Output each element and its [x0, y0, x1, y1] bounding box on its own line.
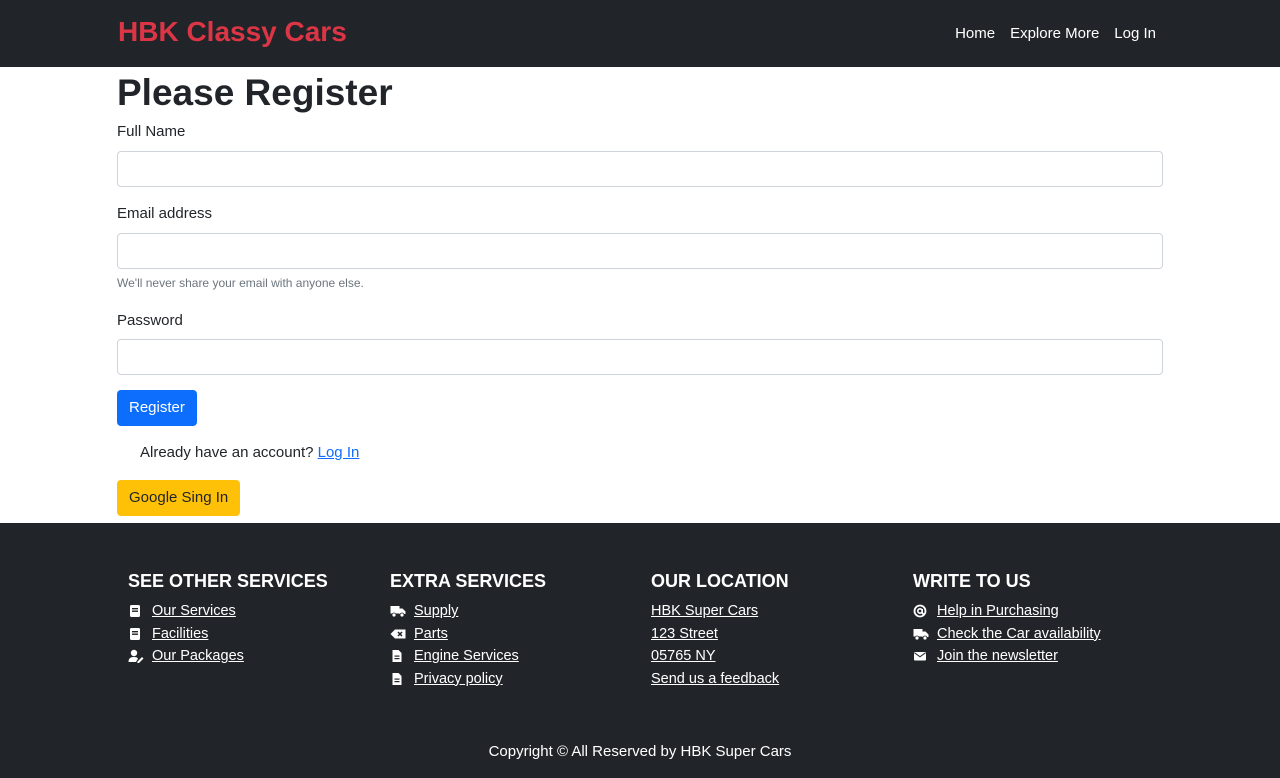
footer-link-help-purchasing[interactable]: Help in Purchasing [937, 600, 1059, 623]
list-item: Join the newsletter [913, 645, 1163, 668]
email-input[interactable] [117, 233, 1163, 269]
backspace-icon [390, 627, 406, 641]
footer: SEE OTHER SERVICES Our Services Faciliti… [0, 523, 1280, 778]
user-edit-icon [128, 649, 144, 664]
footer-column-other-services: SEE OTHER SERVICES Our Services Faciliti… [128, 570, 378, 668]
login-link[interactable]: Log In [318, 444, 360, 461]
full-name-label: Full Name [117, 123, 186, 140]
book-icon [128, 627, 144, 641]
password-label: Password [117, 312, 183, 329]
footer-column-title: WRITE TO US [913, 571, 1031, 591]
file-icon [390, 649, 406, 663]
nav-login[interactable]: Log In [1114, 24, 1156, 44]
nav-home[interactable]: Home [955, 24, 995, 44]
feedback-link[interactable]: Send us a feedback [651, 668, 779, 691]
full-name-input[interactable] [117, 151, 1163, 187]
at-icon [913, 604, 929, 618]
footer-link-engine-services[interactable]: Engine Services [414, 645, 519, 668]
footer-link-our-packages[interactable]: Our Packages [152, 645, 244, 668]
footer-column-extra-services: EXTRA SERVICES Supply Parts Engine Servi… [390, 570, 640, 690]
list-item: Check the Car availability [913, 623, 1163, 646]
footer-column-title: EXTRA SERVICES [390, 571, 547, 591]
footer-link-supply[interactable]: Supply [414, 600, 458, 623]
google-signin-button[interactable]: Google Sing In [117, 480, 241, 516]
list-item: Facilities [128, 623, 378, 646]
list-item: HBK Super Cars [651, 600, 901, 623]
register-form: Please Register Full Name Email address … [117, 67, 1163, 516]
email-label: Email address [117, 205, 213, 222]
book-icon [128, 604, 144, 618]
footer-column-title: SEE OTHER SERVICES [128, 571, 328, 591]
list-item: Supply [390, 600, 640, 623]
nav-explore-more[interactable]: Explore More [1010, 24, 1099, 44]
location-zip-link[interactable]: 05765 NY [651, 645, 716, 668]
password-input[interactable] [117, 339, 1163, 375]
list-item: 05765 NY [651, 645, 901, 668]
list-item: Help in Purchasing [913, 600, 1163, 623]
footer-link-privacy-policy[interactable]: Privacy policy [414, 668, 503, 691]
list-item: 123 Street [651, 623, 901, 646]
file-icon [390, 672, 406, 686]
brand-logo[interactable]: HBK Classy Cars [118, 14, 347, 50]
footer-column-our-location: OUR LOCATION HBK Super Cars 123 Street 0… [651, 570, 901, 690]
list-item: Our Services [128, 600, 378, 623]
already-account-text: Already have an account? [140, 444, 314, 461]
envelope-icon [913, 649, 929, 663]
copyright-text: Copyright © All Reserved by HBK Super Ca… [488, 743, 792, 760]
location-street-link[interactable]: 123 Street [651, 623, 718, 646]
already-account-line: Already have an account? Log In [117, 443, 1163, 463]
footer-link-car-availability[interactable]: Check the Car availability [937, 623, 1101, 646]
truck-icon [390, 604, 406, 618]
list-item: Send us a feedback [651, 668, 901, 691]
list-item: Engine Services [390, 645, 640, 668]
list-item: Our Packages [128, 645, 378, 668]
navbar: HBK Classy Cars Home Explore More Log In [0, 0, 1280, 67]
truck-icon [913, 627, 929, 641]
list-item: Privacy policy [390, 668, 640, 691]
footer-link-newsletter[interactable]: Join the newsletter [937, 645, 1058, 668]
footer-column-write-to-us: WRITE TO US Help in Purchasing Check the… [913, 570, 1163, 668]
list-item: Parts [390, 623, 640, 646]
footer-link-parts[interactable]: Parts [414, 623, 448, 646]
location-company-link[interactable]: HBK Super Cars [651, 600, 758, 623]
email-help-text: We'll never share your email with anyone… [117, 276, 364, 290]
nav-links: Home Explore More Log In [955, 24, 1156, 44]
footer-column-title: OUR LOCATION [651, 571, 789, 591]
page-title: Please Register [117, 72, 393, 113]
footer-link-our-services[interactable]: Our Services [152, 600, 236, 623]
register-button[interactable]: Register [117, 390, 197, 426]
footer-link-facilities[interactable]: Facilities [152, 623, 208, 646]
